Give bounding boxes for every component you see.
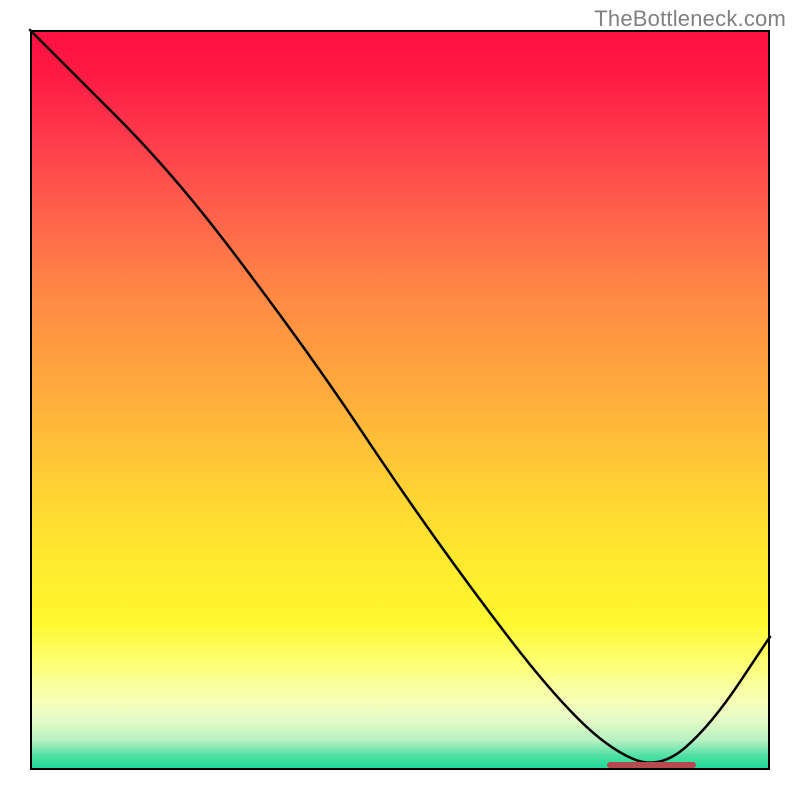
bottleneck-curve [30, 30, 770, 770]
chart-frame: TheBottleneck.com [0, 0, 800, 800]
optimum-range-marker [607, 762, 696, 768]
watermark-text: TheBottleneck.com [594, 6, 786, 32]
curve-path [30, 30, 770, 763]
plot-area [30, 30, 770, 770]
